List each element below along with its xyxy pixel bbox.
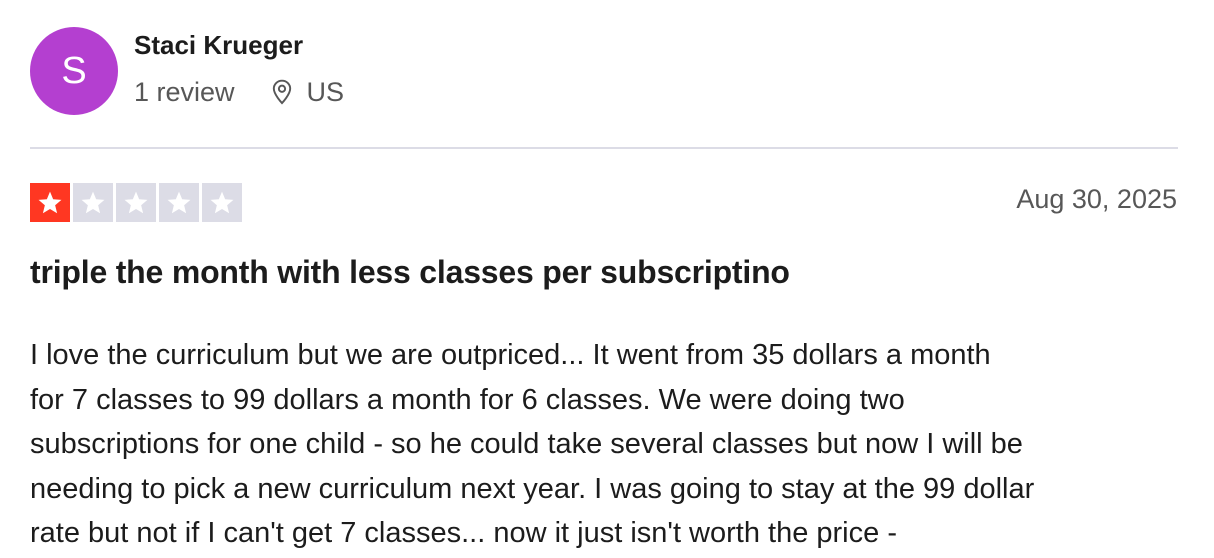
reviewer-location: US <box>269 76 345 108</box>
review-body-line: needing to pick a new curriculum next ye… <box>30 472 1035 505</box>
star-rating <box>30 183 242 222</box>
star-icon <box>38 191 62 213</box>
star-empty <box>73 183 113 222</box>
review-body-line: subscriptions for one child - so he coul… <box>30 428 1023 460</box>
review-body-line: for 7 classes to 99 dollars a month for … <box>30 383 905 416</box>
star-empty <box>202 183 242 222</box>
star-filled <box>30 183 70 222</box>
star-icon <box>167 191 191 213</box>
avatar[interactable]: S <box>30 27 118 115</box>
review-date: Aug 30, 2025 <box>1016 184 1177 214</box>
location-label: US <box>306 76 345 107</box>
review-count: 1 review <box>134 76 235 107</box>
star-empty <box>159 183 199 222</box>
reviewer-meta: 1 review US <box>134 74 344 110</box>
review-body-line: rate but not if I can't get 7 classes...… <box>30 517 897 549</box>
star-icon <box>124 191 148 213</box>
reviewer-name[interactable]: Staci Krueger <box>134 30 303 61</box>
review-body: I love the curriculum but we are outpric… <box>30 333 1180 556</box>
review-title[interactable]: triple the month with less classes per s… <box>30 254 790 291</box>
review-body-line: I love the curriculum but we are outpric… <box>30 339 991 371</box>
location-pin-icon <box>272 79 291 105</box>
star-icon <box>81 191 105 213</box>
avatar-initial: S <box>61 49 87 92</box>
star-icon <box>210 191 234 213</box>
star-empty <box>116 183 156 222</box>
divider <box>30 147 1178 149</box>
